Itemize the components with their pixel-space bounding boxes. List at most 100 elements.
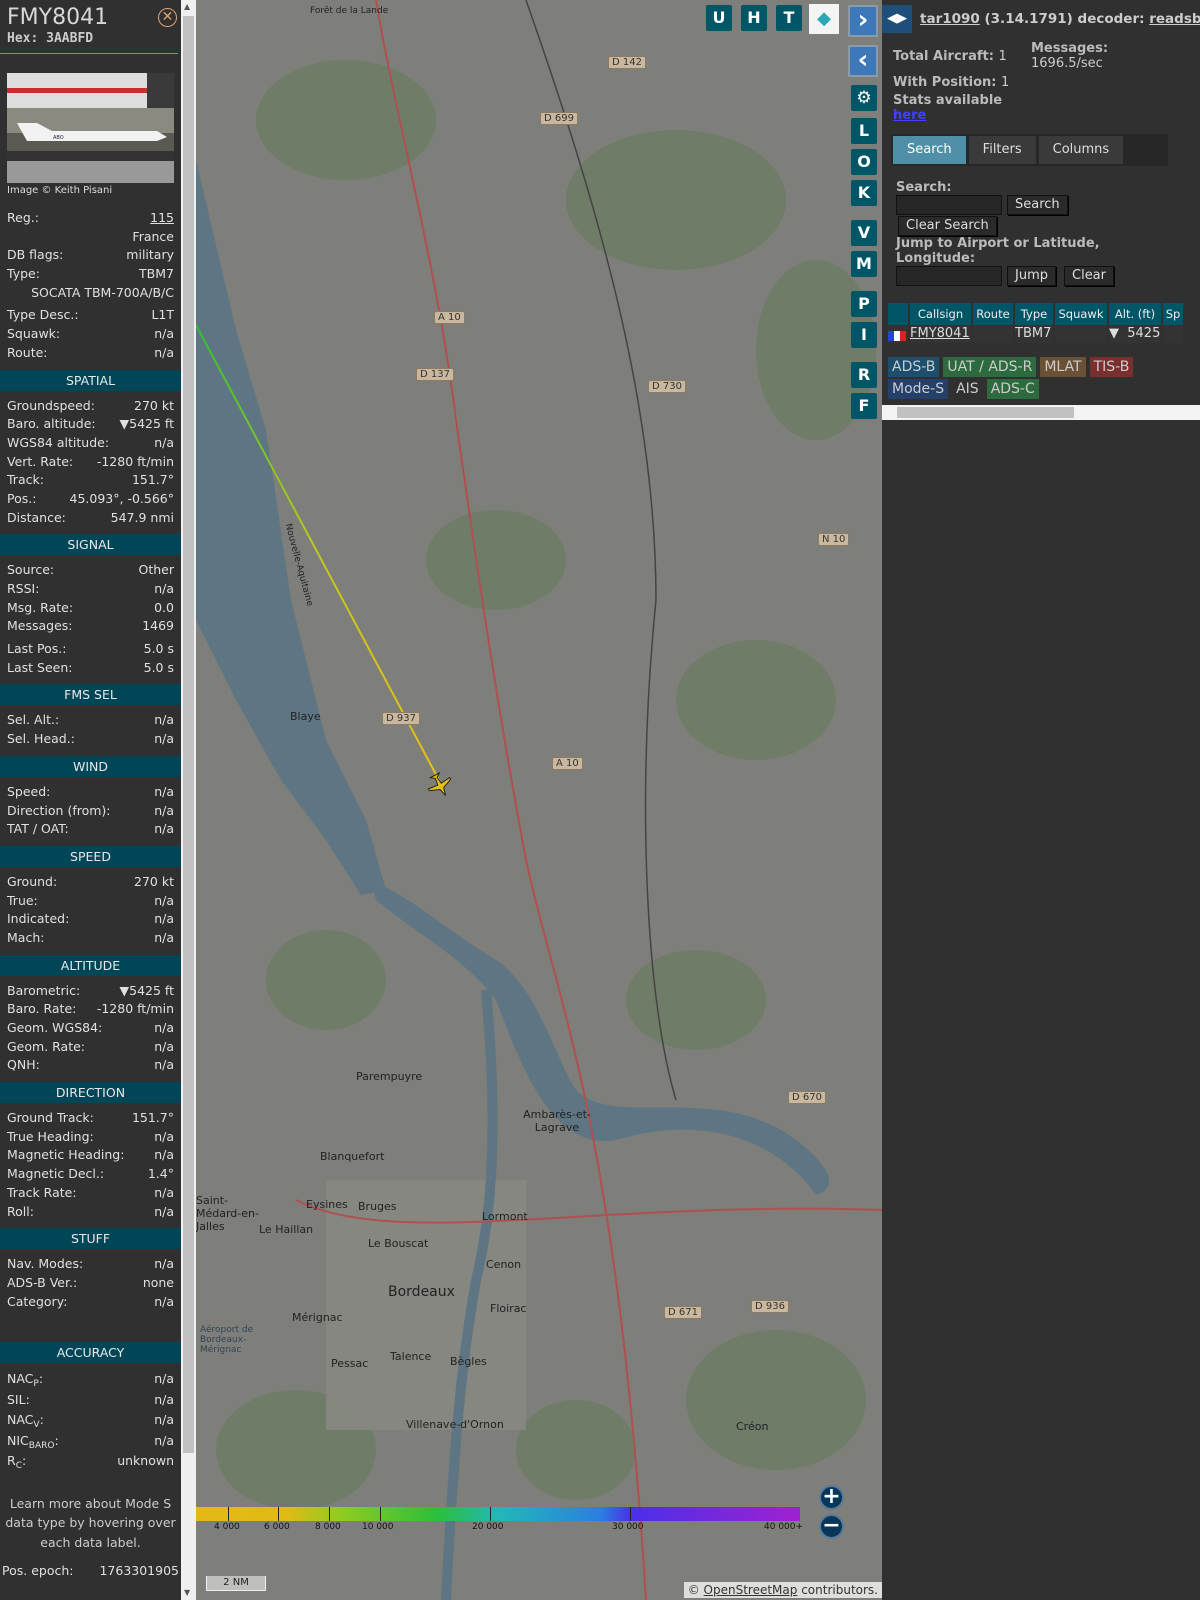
column-header[interactable]: Type [1015, 303, 1053, 325]
decoder-link[interactable]: readsb [1149, 11, 1200, 27]
column-header[interactable]: Route [973, 303, 1013, 325]
clear-search-button[interactable]: Clear Search [898, 216, 997, 236]
detail-row: Squawk: n/a [0, 325, 181, 344]
label-text: NAC [7, 1412, 34, 1428]
clear-jump-button[interactable]: Clear [1064, 266, 1114, 286]
toggle-panel-button[interactable]: ◀▶ [882, 5, 912, 33]
detail-value: Other [138, 562, 175, 578]
detail-value: n/a [154, 344, 174, 360]
detail-row: Sel. Alt.: n/a [0, 711, 181, 730]
map-label: Pessac [331, 1357, 369, 1370]
detail-label: ADS-B Ver.: [7, 1274, 78, 1290]
detail-row: Groundspeed: 270 kt [0, 397, 181, 416]
badge-adsc: ADS-C [986, 379, 1039, 399]
osm-link[interactable]: OpenStreetMap [704, 1583, 798, 1597]
detail-value[interactable]: 115 [150, 209, 174, 228]
column-header[interactable]: Sp [1163, 303, 1183, 325]
detail-row: Baro. altitude: ▼5425 ft [0, 415, 181, 434]
panel-tabs: Search Filters Columns [891, 134, 1168, 166]
map-label: Talence [390, 1350, 432, 1363]
accuracy-value: n/a [154, 1391, 174, 1407]
accuracy-row: NACV: n/a [0, 1410, 181, 1431]
tab-filters[interactable]: Filters [968, 136, 1036, 164]
map-button-o[interactable]: O [851, 149, 877, 175]
scroll-up-icon[interactable]: ▲ [184, 2, 190, 11]
attribution-suffix: contributors. [797, 1583, 878, 1597]
detail-row: France [0, 228, 181, 247]
left-panel-scrollbar[interactable]: ▲ ▼ [181, 0, 196, 1600]
zoom-in-button[interactable]: + [819, 1485, 844, 1510]
settings-gear-icon[interactable]: ⚙ [851, 85, 877, 111]
detail-row: Mach: n/a [0, 929, 181, 948]
map-label: Parempuyre [356, 1070, 423, 1083]
label-text: SIL [7, 1391, 26, 1407]
collapse-sidebar-button[interactable]: ‹ [848, 45, 878, 77]
aircraft-marker-icon[interactable] [424, 770, 456, 802]
legend-tick [329, 1507, 330, 1521]
scroll-down-icon[interactable]: ▼ [184, 1588, 190, 1597]
detail-row: Route: n/a [0, 344, 181, 363]
map-button-u[interactable]: U [706, 5, 732, 31]
table-horizontal-scrollbar[interactable] [882, 405, 1200, 420]
section-header: SIGNAL [0, 534, 181, 556]
map-label: Lormont [482, 1210, 528, 1223]
badge-ais: AIS [952, 379, 983, 399]
jump-label: Jump to Airport or Latitude, Longitude: [896, 236, 1100, 266]
detail-row: Indicated: n/a [0, 910, 181, 929]
divider [0, 53, 178, 54]
map-button-i[interactable]: I [851, 322, 877, 348]
row-callsign[interactable]: FMY8041 [910, 325, 971, 343]
expand-sidebar-button[interactable]: › [848, 5, 878, 37]
map-button-k[interactable]: K [851, 180, 877, 206]
aircraft-photo[interactable]: ABO [7, 73, 174, 183]
column-header[interactable]: Callsign [910, 303, 971, 325]
row-route [973, 325, 1013, 343]
column-header[interactable] [888, 303, 908, 325]
badge-modes: Mode-S [888, 379, 949, 399]
badge-adsb: ADS-B [888, 357, 940, 377]
jump-input[interactable] [896, 266, 1002, 286]
detail-label: Type Desc.: [7, 307, 79, 323]
search-input[interactable] [896, 195, 1002, 215]
detail-row: Track: 151.7° [0, 471, 181, 490]
section-header: ALTITUDE [0, 954, 181, 976]
accuracy-label: RC: [7, 1453, 27, 1472]
detail-row: Speed: n/a [0, 783, 181, 802]
map[interactable]: Forêt de la Lande Blaye Parempuyre Ambar… [196, 0, 882, 1600]
layers-icon[interactable]: ◆ [809, 4, 839, 34]
map-button-l[interactable]: L [851, 118, 877, 144]
jump-button[interactable]: Jump [1007, 266, 1056, 286]
detail-label: Roll: [7, 1203, 34, 1219]
detail-label: Baro. altitude: [7, 416, 96, 432]
stats-link[interactable]: here [893, 108, 926, 123]
map-label: Le Bouscat [368, 1237, 429, 1250]
scrollbar-thumb[interactable] [897, 407, 1074, 418]
map-button-f[interactable]: F [851, 393, 877, 419]
aircraft-list-panel: ◀▶ tar1090 (3.14.1791) decoder: readsb T… [882, 0, 1200, 1600]
tab-columns[interactable]: Columns [1038, 136, 1124, 164]
messages-value: 1696.5/sec [1031, 56, 1103, 71]
map-button-v[interactable]: V [851, 220, 877, 246]
column-header[interactable]: Alt. (ft) [1109, 303, 1161, 325]
tab-search[interactable]: Search [893, 136, 966, 164]
detail-label: Ground: [7, 873, 58, 889]
column-header[interactable]: Squawk [1055, 303, 1107, 325]
detail-row: Track Rate: n/a [0, 1184, 181, 1203]
detail-row: Category: n/a [0, 1293, 181, 1312]
map-button-t[interactable]: T [776, 5, 802, 31]
map-button-p[interactable]: P [851, 291, 877, 317]
search-button[interactable]: Search [1007, 195, 1068, 215]
detail-label: Type: [7, 266, 40, 282]
detail-value: 5.0 s [143, 641, 174, 657]
detail-row: Baro. Rate: -1280 ft/min [0, 1000, 181, 1019]
tar1090-link[interactable]: tar1090 [920, 11, 980, 27]
map-button-m[interactable]: M [851, 251, 877, 277]
legend-tick [630, 1507, 631, 1521]
detail-value: n/a [154, 1038, 174, 1054]
zoom-out-button[interactable]: − [819, 1514, 844, 1539]
scrollbar-thumb[interactable] [183, 16, 194, 1453]
close-icon[interactable]: ✕ [158, 8, 177, 27]
map-button-r[interactable]: R [851, 362, 877, 388]
scale-bar: 2 NM [206, 1576, 266, 1591]
map-button-h[interactable]: H [741, 5, 767, 31]
